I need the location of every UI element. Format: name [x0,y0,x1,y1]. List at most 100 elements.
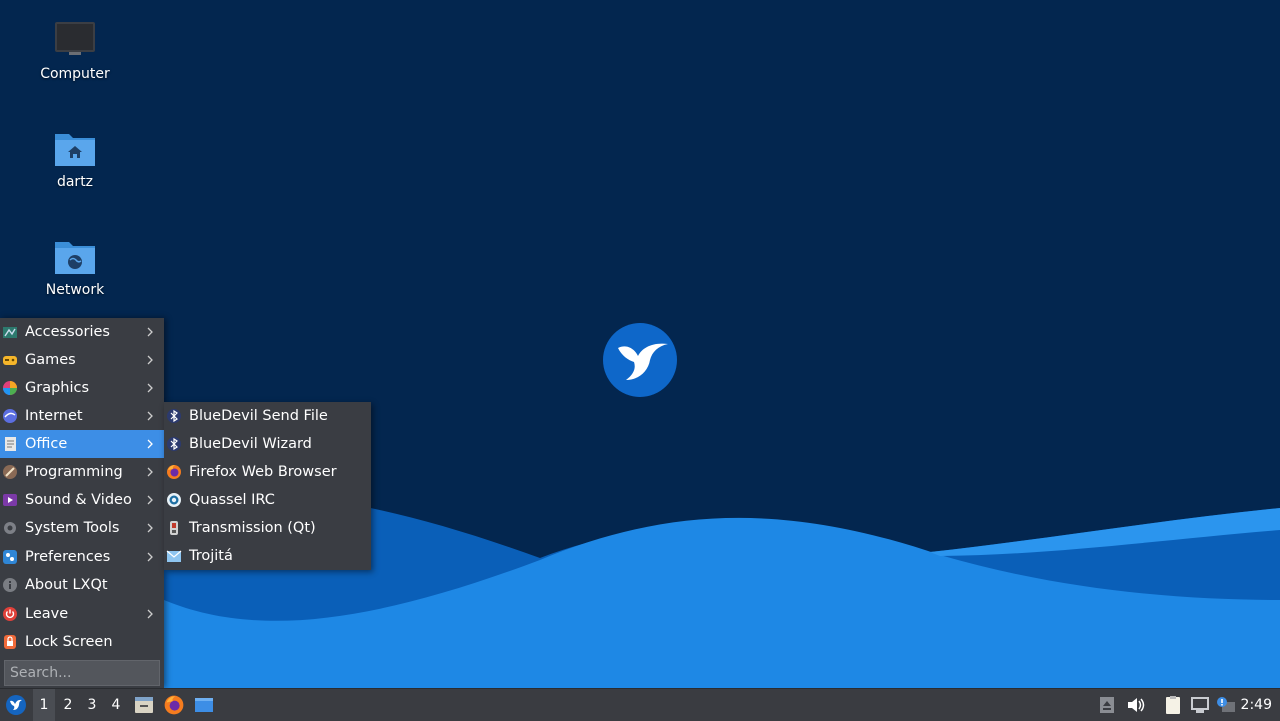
taskbar: 1 2 3 4 2:49 [0,688,1280,721]
menu-item-graphics[interactable]: Graphics [0,374,164,402]
menu-item-system-tools[interactable]: System Tools [0,514,164,542]
submenu-item-bluedevil-send-file[interactable]: BlueDevil Send File [164,402,371,430]
accessories-icon [2,324,18,340]
desktop-icon-label: Computer [40,66,110,82]
bluetooth-icon [166,436,182,452]
submenu-item-bluedevil-wizard[interactable]: BlueDevil Wizard [164,430,371,458]
menu-item-about-lxqt[interactable]: About LXQt [0,571,164,599]
submenu-item-quassel-irc[interactable]: Quassel IRC [164,486,371,514]
desktop-icon-network[interactable]: Network [30,236,120,298]
firefox-icon [166,464,182,480]
submenu-item-label: BlueDevil Wizard [189,436,312,452]
lubuntu-logo [603,323,677,397]
office-icon [2,436,18,452]
menu-item-label: Programming [25,464,123,480]
menu-item-label: Graphics [25,380,90,396]
menu-item-label: Leave [25,606,69,622]
menu-item-internet[interactable]: Internet [0,402,164,430]
menu-item-games[interactable]: Games [0,346,164,374]
menu-item-label: Lock Screen [25,634,113,650]
menu-item-programming[interactable]: Programming [0,458,164,486]
menu-item-label: Office [25,436,68,452]
menu-search-input[interactable] [4,660,160,686]
submenu-item-transmission[interactable]: Transmission (Qt) [164,514,371,542]
submenu-item-label: BlueDevil Send File [189,408,328,424]
application-menu: Accessories Games Graphics Internet Offi… [0,318,164,688]
submenu-item-label: Firefox Web Browser [189,464,337,480]
submenu-item-trojita[interactable]: Trojitá [164,542,371,570]
clipboard-button[interactable] [1162,689,1184,721]
menu-item-preferences[interactable]: Preferences [0,543,164,571]
menu-item-label: Accessories [25,324,110,340]
network-tray-button[interactable] [1189,689,1211,721]
menu-item-accessories[interactable]: Accessories [0,318,164,346]
clock[interactable]: 2:49 [1241,689,1272,721]
eject-icon [1100,697,1114,713]
volume-button[interactable] [1126,689,1146,721]
chevron-right-icon [147,383,153,393]
desktop-switch-3[interactable]: 3 [81,689,103,721]
desktop-switch-4[interactable]: 4 [105,689,127,721]
menu-item-label: Internet [25,408,83,424]
chevron-right-icon [147,411,153,421]
graphics-icon [2,380,18,396]
lock-icon [2,634,18,650]
show-desktop-button[interactable] [192,689,216,721]
preferences-icon [2,549,18,565]
system-tools-icon [2,520,18,536]
internet-icon [2,408,18,424]
power-icon [2,606,18,622]
show-desktop-icon [195,698,213,712]
quassel-icon [166,492,182,508]
menu-item-label: Sound & Video [25,492,132,508]
main-menu-button[interactable] [2,689,30,721]
office-submenu: BlueDevil Send File BlueDevil Wizard Fir… [164,402,371,570]
submenu-item-label: Trojitá [189,548,233,564]
desktop-icon-label: dartz [56,174,94,190]
menu-item-lock-screen[interactable]: Lock Screen [0,628,164,656]
chevron-right-icon [147,439,153,449]
desktop-icon-computer[interactable]: Computer [30,20,120,82]
chevron-right-icon [147,355,153,365]
eject-button[interactable] [1098,689,1116,721]
transmission-icon [166,520,182,536]
chevron-right-icon [147,523,153,533]
update-notifier-icon [1217,697,1235,712]
menu-item-label: System Tools [25,520,120,536]
firefox-icon [164,695,184,715]
network-folder-icon [53,236,97,280]
submenu-item-label: Transmission (Qt) [189,520,316,536]
network-tray-icon [1191,697,1209,713]
menu-item-office[interactable]: Office [0,430,164,458]
home-folder-icon [53,128,97,172]
chevron-right-icon [147,495,153,505]
mail-icon [166,548,182,564]
submenu-item-firefox[interactable]: Firefox Web Browser [164,458,371,486]
firefox-launcher[interactable] [162,689,186,721]
update-notifier-button[interactable] [1215,689,1237,721]
lubuntu-logo-icon [6,695,26,715]
menu-item-leave[interactable]: Leave [0,600,164,628]
menu-item-sound-video[interactable]: Sound & Video [0,486,164,514]
file-manager-launcher[interactable] [132,689,156,721]
chevron-right-icon [147,327,153,337]
file-manager-icon [135,697,153,713]
desktop-switch-1[interactable]: 1 [33,689,55,721]
games-icon [2,352,18,368]
chevron-right-icon [147,609,153,619]
volume-icon [1128,698,1145,712]
desktop-icon-home[interactable]: dartz [30,128,120,190]
sound-video-icon [2,492,18,508]
chevron-right-icon [147,467,153,477]
desktop-icon-label: Network [45,282,105,298]
chevron-right-icon [147,552,153,562]
computer-icon [53,20,97,64]
desktop-switch-2[interactable]: 2 [57,689,79,721]
menu-item-label: Games [25,352,76,368]
clipboard-icon [1166,696,1180,714]
menu-item-label: About LXQt [25,577,108,593]
programming-icon [2,464,18,480]
info-icon [2,577,18,593]
bluetooth-icon [166,408,182,424]
submenu-item-label: Quassel IRC [189,492,275,508]
